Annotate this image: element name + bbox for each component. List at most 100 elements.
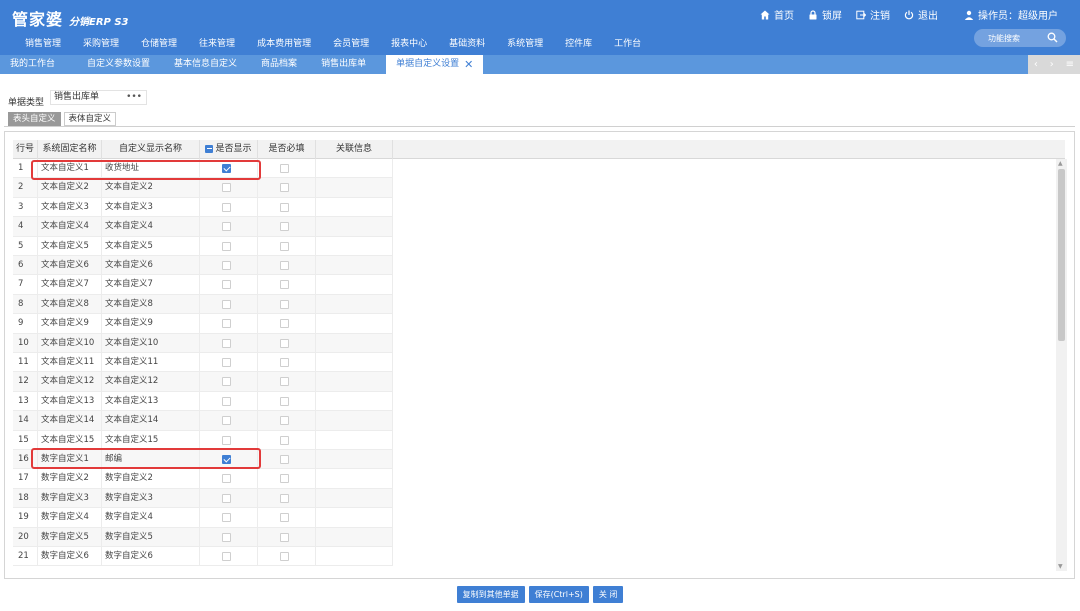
table-row[interactable]: 13 文本自定义13 文本自定义13 xyxy=(13,391,393,412)
close-button[interactable]: 关 闭 xyxy=(592,586,624,603)
required-checkbox[interactable] xyxy=(280,164,289,173)
related-info-cell[interactable] xyxy=(316,469,393,489)
table-row[interactable]: 12 文本自定义12 文本自定义12 xyxy=(13,372,393,392)
related-info-cell[interactable] xyxy=(316,217,393,237)
required-checkbox[interactable] xyxy=(280,416,289,426)
col-header-show[interactable]: 是否显示 xyxy=(200,140,258,159)
menu-item-workbench[interactable]: 工作台 xyxy=(603,36,652,49)
show-checkbox[interactable] xyxy=(222,377,231,387)
related-info-cell[interactable] xyxy=(316,353,393,373)
related-info-cell[interactable] xyxy=(316,333,393,353)
logout-link[interactable]: 注销 xyxy=(856,7,890,22)
display-name-cell[interactable]: 文本自定义6 xyxy=(102,256,200,276)
table-row[interactable]: 19 数字自定义4 数字自定义4 xyxy=(13,508,393,528)
display-name-cell[interactable]: 文本自定义10 xyxy=(102,333,200,353)
table-row[interactable]: 18 数字自定义3 数字自定义3 xyxy=(13,488,393,509)
display-name-cell[interactable]: 文本自定义7 xyxy=(102,275,200,295)
display-name-cell[interactable]: 文本自定义4 xyxy=(102,217,200,237)
tab-param-settings[interactable]: 自定义参数设置 xyxy=(65,55,160,74)
show-checkbox[interactable] xyxy=(222,435,231,445)
display-name-cell[interactable]: 数字自定义2 xyxy=(102,469,200,489)
menu-item-members[interactable]: 会员管理 xyxy=(322,36,380,49)
show-checkbox[interactable] xyxy=(222,532,231,542)
display-name-cell[interactable]: 文本自定义2 xyxy=(102,178,200,198)
related-info-cell[interactable] xyxy=(316,294,393,315)
menu-item-system[interactable]: 系统管理 xyxy=(496,36,554,49)
save-button[interactable]: 保存(Ctrl+S) xyxy=(528,586,589,603)
table-row[interactable]: 17 数字自定义2 数字自定义2 xyxy=(13,469,393,489)
vertical-scrollbar[interactable]: ▲ ▼ xyxy=(1056,159,1067,571)
tab-sales-outbound[interactable]: 销售出库单 xyxy=(307,55,376,74)
scroll-down-icon[interactable]: ▼ xyxy=(1058,563,1063,570)
show-checkbox[interactable] xyxy=(222,513,231,523)
table-row[interactable]: 21 数字自定义6 数字自定义6 xyxy=(13,547,393,567)
show-checkbox[interactable] xyxy=(222,261,231,270)
related-info-cell[interactable] xyxy=(316,508,393,528)
menu-item-basics[interactable]: 基础资料 xyxy=(438,36,496,49)
show-checkbox[interactable] xyxy=(222,358,231,367)
show-checkbox[interactable] xyxy=(222,338,231,348)
required-checkbox[interactable] xyxy=(280,435,289,445)
table-row[interactable]: 2 文本自定义2 文本自定义2 xyxy=(13,178,393,198)
required-checkbox[interactable] xyxy=(280,396,289,406)
table-row[interactable]: 9 文本自定义9 文本自定义9 xyxy=(13,314,393,334)
search-icon[interactable] xyxy=(1047,32,1058,43)
copy-to-other-docs-button[interactable]: 复制到其他单据 xyxy=(456,586,525,603)
required-checkbox[interactable] xyxy=(280,299,289,309)
required-checkbox[interactable] xyxy=(280,202,289,212)
related-info-cell[interactable] xyxy=(316,547,393,567)
display-name-cell[interactable]: 文本自定义9 xyxy=(102,314,200,334)
required-checkbox[interactable] xyxy=(280,241,289,251)
show-checkbox[interactable] xyxy=(222,183,231,193)
display-name-cell[interactable]: 文本自定义8 xyxy=(102,294,200,315)
table-row[interactable]: 4 文本自定义4 文本自定义4 xyxy=(13,217,393,237)
display-name-cell[interactable]: 数字自定义3 xyxy=(102,488,200,509)
select-all-checkbox[interactable] xyxy=(205,144,214,153)
related-info-cell[interactable] xyxy=(316,314,393,334)
show-checkbox[interactable] xyxy=(222,202,231,212)
home-link[interactable]: 首页 xyxy=(760,7,794,22)
table-row[interactable]: 8 文本自定义8 文本自定义8 xyxy=(13,294,393,315)
chevron-right-icon[interactable]: › xyxy=(1050,59,1054,70)
doc-type-field[interactable]: 销售出库单 ••• xyxy=(50,90,147,105)
required-checkbox[interactable] xyxy=(280,319,289,329)
close-icon[interactable]: ✕ xyxy=(464,55,473,74)
related-info-cell[interactable] xyxy=(316,256,393,276)
show-checkbox[interactable] xyxy=(222,299,231,309)
show-checkbox[interactable] xyxy=(222,280,231,290)
related-info-cell[interactable] xyxy=(316,527,393,547)
show-checkbox[interactable] xyxy=(222,241,231,251)
related-info-cell[interactable] xyxy=(316,159,393,179)
display-name-cell[interactable]: 文本自定义5 xyxy=(102,236,200,256)
table-row[interactable]: 7 文本自定义7 文本自定义7 xyxy=(13,275,393,295)
required-checkbox[interactable] xyxy=(280,183,289,193)
show-checkbox[interactable] xyxy=(222,493,231,503)
more-icon[interactable]: ••• xyxy=(126,91,142,104)
related-info-cell[interactable] xyxy=(316,488,393,509)
table-row[interactable]: 10 文本自定义10 文本自定义10 xyxy=(13,333,393,353)
display-name-cell[interactable]: 文本自定义3 xyxy=(102,197,200,218)
operator-info[interactable]: 操作员：超级用户 xyxy=(964,7,1058,22)
table-row[interactable]: 20 数字自定义5 数字自定义5 xyxy=(13,527,393,547)
show-checkbox[interactable] xyxy=(222,416,231,426)
lock-link[interactable]: 锁屏 xyxy=(808,7,842,22)
display-name-cell[interactable]: 文本自定义11 xyxy=(102,353,200,373)
table-row[interactable]: 6 文本自定义6 文本自定义6 xyxy=(13,256,393,276)
display-name-cell[interactable]: 数字自定义5 xyxy=(102,527,200,547)
menu-item-controls[interactable]: 控件库 xyxy=(554,36,603,49)
related-info-cell[interactable] xyxy=(316,391,393,412)
display-name-cell[interactable]: 文本自定义14 xyxy=(102,411,200,431)
menu-item-reports[interactable]: 报表中心 xyxy=(380,36,438,49)
table-row[interactable]: 5 文本自定义5 文本自定义5 xyxy=(13,236,393,256)
scroll-up-icon[interactable]: ▲ xyxy=(1058,160,1063,167)
subtab-header-custom[interactable]: 表头自定义 xyxy=(8,112,61,126)
related-info-cell[interactable] xyxy=(316,236,393,256)
required-checkbox[interactable] xyxy=(280,513,289,523)
required-checkbox[interactable] xyxy=(280,338,289,348)
show-checkbox[interactable] xyxy=(222,552,231,561)
required-checkbox[interactable] xyxy=(280,474,289,484)
display-name-cell[interactable]: 文本自定义12 xyxy=(102,372,200,392)
scrollbar-thumb[interactable] xyxy=(1058,169,1065,341)
related-info-cell[interactable] xyxy=(316,275,393,295)
subtab-body-custom[interactable]: 表体自定义 xyxy=(63,112,117,126)
